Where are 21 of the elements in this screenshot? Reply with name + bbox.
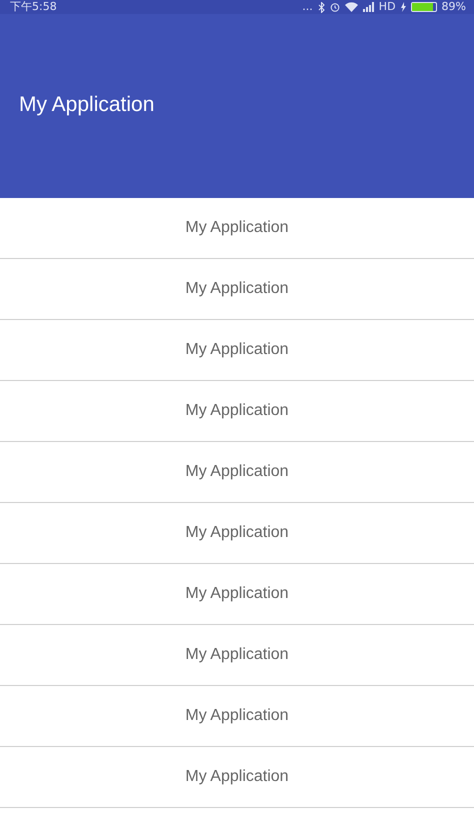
list-item[interactable]: My Application: [0, 381, 474, 442]
battery-icon: [410, 2, 437, 12]
bluetooth-icon: [318, 2, 325, 12]
more-indicator: ...: [302, 1, 313, 13]
list-item[interactable]: My Application: [0, 503, 474, 564]
list-item[interactable]: My Application: [0, 747, 474, 808]
signal-icon: [362, 2, 374, 12]
list-item[interactable]: My Application: [0, 320, 474, 381]
list-item[interactable]: My Application: [0, 198, 474, 259]
app-title: My Application: [19, 93, 154, 117]
list-item[interactable]: My Application: [0, 259, 474, 320]
wifi-icon: [344, 2, 358, 12]
list-item[interactable]: My Application: [0, 625, 474, 686]
list-item[interactable]: My Application: [0, 686, 474, 747]
charging-icon: [400, 2, 406, 12]
network-type: HD: [378, 1, 396, 13]
battery-percent: 89%: [442, 1, 466, 13]
alarm-icon: [330, 2, 340, 12]
list-item[interactable]: My Application: [0, 442, 474, 503]
status-time: 下午5:58: [10, 1, 57, 13]
list-item[interactable]: My Application: [0, 564, 474, 625]
